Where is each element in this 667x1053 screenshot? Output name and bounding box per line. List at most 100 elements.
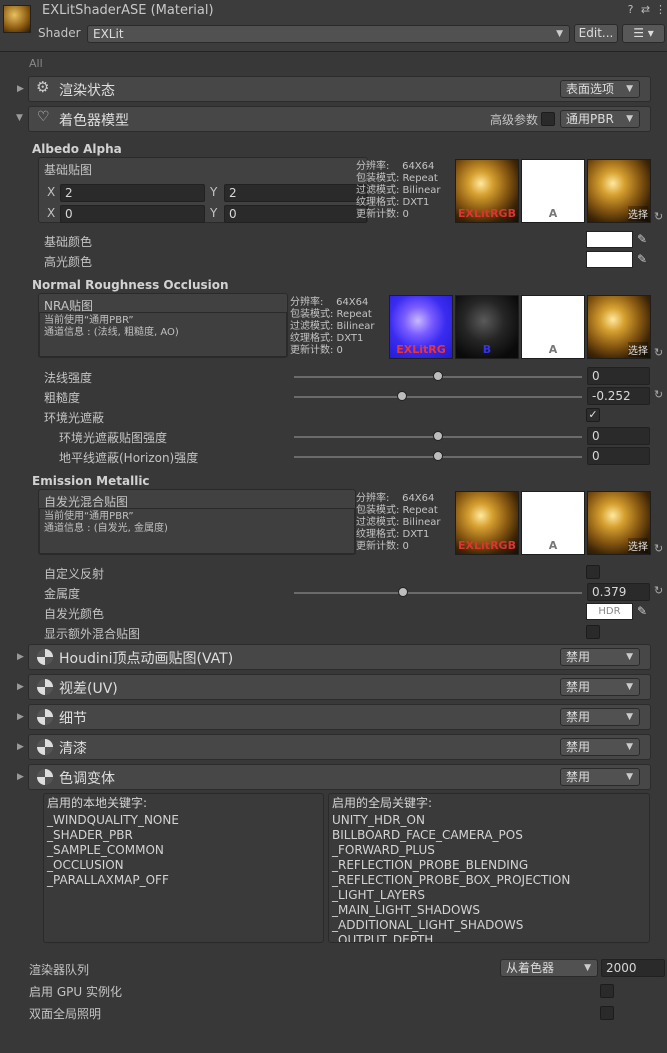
offset-y-input[interactable]: 0	[224, 205, 367, 223]
list-icon[interactable]: ☰ ▾	[622, 24, 665, 43]
reset-icon[interactable]: ↻	[654, 542, 663, 555]
render-queue-dropdown[interactable]: 从着色器 ▼	[500, 959, 598, 977]
offset-x-input[interactable]: 0	[60, 205, 205, 223]
detail-dropdown[interactable]: 禁用 ▼	[560, 708, 640, 726]
keyword-item: _MAIN_LIGHT_SHADOWS	[332, 903, 480, 917]
extra-blend-checkbox[interactable]	[586, 625, 600, 639]
eyedropper-icon[interactable]: ✎	[637, 232, 647, 246]
normal-strength-knob[interactable]	[433, 371, 443, 381]
advanced-params-label: 高级参数	[490, 113, 539, 127]
albedo-preview-thumbnail[interactable]: 选择	[587, 159, 651, 223]
vat-dropdown[interactable]: 禁用 ▼	[560, 648, 640, 666]
roughness-track[interactable]	[294, 396, 582, 398]
eyedropper-icon[interactable]: ✎	[637, 252, 647, 266]
base-color-swatch[interactable]	[586, 231, 633, 248]
double-sided-gi-checkbox[interactable]	[600, 1006, 614, 1020]
nra-preview-thumbnail[interactable]: 选择	[587, 295, 651, 359]
foldout-arrow-icon[interactable]: ▶	[17, 772, 24, 782]
nra-texture-info: 分辨率: 64X64 包装模式: Repeat 过滤模式: Bilinear 纹…	[290, 297, 375, 356]
ao-strength-knob[interactable]	[433, 431, 443, 441]
section-render-state[interactable]: ⚙ 渲染状态	[28, 76, 651, 102]
section-clearcoat[interactable]: 清漆	[28, 734, 651, 760]
custom-reflection-label: 自定义反射	[44, 567, 105, 581]
reset-icon[interactable]: ↻	[654, 388, 663, 401]
roughness-knob[interactable]	[396, 391, 407, 401]
chevron-down-icon: ▼	[626, 772, 633, 782]
advanced-params-checkbox[interactable]	[541, 112, 555, 126]
gear-icon: ⚙	[36, 78, 50, 96]
foldout-arrow-icon[interactable]: ▶	[17, 84, 24, 94]
section-parallax[interactable]: 视差(UV)	[28, 674, 651, 700]
foldout-arrow-icon[interactable]: ▼	[16, 113, 23, 123]
horizon-label: 地平线遮蔽(Horizon)强度	[59, 451, 199, 465]
section-shading-model[interactable]: ♡ 着色器模型	[28, 106, 651, 132]
tiling-x-input[interactable]: 2	[60, 184, 205, 202]
reset-icon[interactable]: ↻	[654, 210, 663, 223]
albedo-texture-info: 分辨率: 64X64 包装模式: Repeat 过滤模式: Bilinear 纹…	[356, 161, 441, 220]
metallic-track[interactable]	[294, 592, 582, 594]
chevron-down-icon: ▼	[626, 114, 633, 124]
chevron-down-icon: ▼	[626, 682, 633, 692]
help-icon[interactable]: ?	[624, 3, 637, 17]
preset-icon[interactable]: ⇄	[639, 3, 652, 17]
ao-strength-input[interactable]: 0	[587, 427, 650, 445]
chevron-down-icon: ▼	[556, 29, 563, 39]
metallic-input[interactable]: 0.379	[587, 583, 650, 601]
chevron-down-icon: ▼	[626, 84, 633, 94]
normal-strength-input[interactable]: 0	[587, 367, 650, 385]
edit-shader-button[interactable]: Edit...	[574, 24, 618, 43]
render-queue-label: 渲染器队列	[29, 963, 90, 977]
parallax-dropdown[interactable]: 禁用 ▼	[560, 678, 640, 696]
hue-variation-dropdown[interactable]: 禁用 ▼	[560, 768, 640, 786]
surface-options-dropdown[interactable]: 表面选项 ▼	[560, 80, 640, 98]
roughness-input[interactable]: -0.252	[587, 387, 650, 405]
metallic-knob[interactable]	[398, 587, 409, 597]
emission-preview-thumbnail[interactable]: 选择	[587, 491, 651, 555]
tiling-y-label: Y	[210, 185, 218, 199]
group-title-albedo: Albedo Alpha	[32, 142, 122, 156]
global-keywords-title: 启用的全局关键字:	[332, 796, 433, 810]
albedo-rgb-thumbnail[interactable]: EXLitRGB	[455, 159, 519, 223]
section-detail[interactable]: 细节	[28, 704, 651, 730]
foldout-arrow-icon[interactable]: ▶	[17, 742, 24, 752]
more-icon[interactable]: ⋮	[654, 3, 667, 17]
emission-alpha-thumbnail[interactable]: A	[521, 491, 585, 555]
shader-dropdown[interactable]: EXLit ▼	[87, 25, 570, 43]
double-sided-gi-label: 双面全局照明	[29, 1007, 102, 1021]
foldout-arrow-icon[interactable]: ▶	[17, 652, 24, 662]
albedo-alpha-thumbnail[interactable]: A	[521, 159, 585, 223]
local-keywords-title: 启用的本地关键字:	[47, 796, 148, 810]
emission-color-swatch[interactable]: HDR	[586, 603, 633, 620]
clearcoat-dropdown[interactable]: 禁用 ▼	[560, 738, 640, 756]
section-title: 视差(UV)	[59, 681, 118, 697]
render-queue-input[interactable]: 2000	[601, 959, 665, 977]
reset-icon[interactable]: ↻	[654, 584, 663, 597]
section-title: 色调变体	[59, 771, 115, 787]
custom-reflection-checkbox[interactable]	[586, 565, 600, 579]
nra-ao-thumbnail[interactable]: A	[521, 295, 585, 359]
keyword-item: _SAMPLE_COMMON	[47, 843, 164, 857]
bulb-icon: ♡	[37, 109, 50, 125]
gpu-instancing-checkbox[interactable]	[600, 984, 614, 998]
reset-icon[interactable]: ↻	[654, 346, 663, 359]
foldout-arrow-icon[interactable]: ▶	[17, 712, 24, 722]
section-hue-variation[interactable]: 色调变体	[28, 764, 651, 790]
ao-label: 环境光遮蔽	[44, 411, 105, 425]
keyword-item: _REFLECTION_PROBE_BOX_PROJECTION	[332, 873, 571, 887]
tiling-y-input[interactable]: 2	[224, 184, 367, 202]
spec-color-swatch[interactable]	[586, 251, 633, 268]
emission-color-label: 自发光颜色	[44, 607, 105, 621]
shader-sphere-icon	[37, 649, 53, 665]
section-vat[interactable]: Houdini顶点动画贴图(VAT)	[28, 644, 651, 670]
nra-normal-thumbnail[interactable]: EXLitRG	[389, 295, 453, 359]
shading-model-dropdown[interactable]: 通用PBR ▼	[560, 110, 640, 128]
horizon-knob[interactable]	[433, 451, 443, 461]
foldout-arrow-icon[interactable]: ▶	[17, 682, 24, 692]
local-keywords-box: 启用的本地关键字: _WINDQUALITY_NONE _SHADER_PBR …	[43, 793, 324, 943]
ao-checkbox[interactable]: ✓	[586, 408, 600, 422]
eyedropper-icon[interactable]: ✎	[637, 604, 647, 618]
horizon-input[interactable]: 0	[587, 447, 650, 465]
emission-rgb-thumbnail[interactable]: EXLitRGB	[455, 491, 519, 555]
nra-roughness-thumbnail[interactable]: B	[455, 295, 519, 359]
keyword-item: _WINDQUALITY_NONE	[47, 813, 179, 827]
